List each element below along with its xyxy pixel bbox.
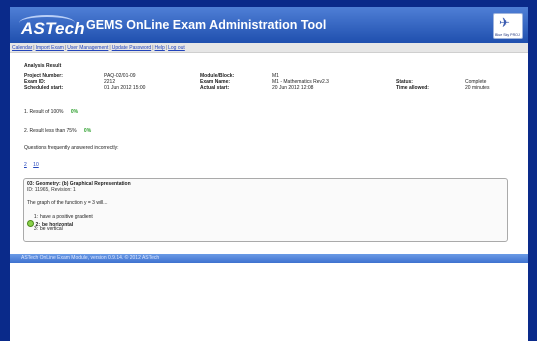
time-allowed-label: Time allowed: <box>396 85 429 91</box>
question-card: 03: Geometry: (b) Graphical Representati… <box>23 178 508 242</box>
scheduled-start-value: 01 Jun 2012 15:00 <box>104 85 146 91</box>
section-title: Analysis Result <box>24 63 62 69</box>
result-100-label: 1. Result of 100% <box>24 109 64 115</box>
actual-start-value: 20 Jun 2012 12:08 <box>272 85 314 91</box>
app-header: ASTech GEMS OnLine Exam Administration T… <box>10 7 528 43</box>
question-id: ID: 11965, Revision: 1 <box>27 187 76 193</box>
question-text: The graph of the function y = 3 will... <box>27 200 108 206</box>
nav-log-out[interactable]: Log out <box>168 45 185 51</box>
question-link-10[interactable]: 10 <box>33 162 39 168</box>
nav-bar: Calendar|Import Exam|User Management|Upd… <box>10 43 528 53</box>
nav-import-exam[interactable]: Import Exam <box>36 45 64 51</box>
question-links: 2 10 <box>24 162 44 168</box>
result-100-percent: 0% <box>70 109 79 115</box>
result-row-100: 1. Result of 100% 0% <box>24 109 78 115</box>
astech-logo: ASTech <box>21 19 85 38</box>
question-link-2[interactable]: 2 <box>24 162 27 168</box>
bird-icon: ✈ <box>499 15 510 30</box>
app-title: GEMS OnLine Exam Administration Tool <box>86 18 327 32</box>
time-allowed-value: 20 minutes <box>465 85 490 91</box>
answer-number: 3: <box>33 226 38 232</box>
frequent-incorrect-label: Questions frequently answered incorrectl… <box>24 145 119 151</box>
actual-start-label: Actual start: <box>200 85 230 91</box>
answer-3: 3: be vertical <box>27 226 63 232</box>
answer-text: be vertical <box>40 226 63 232</box>
partner-logo-text: Blue Sky PROJ <box>495 33 520 37</box>
result-row-75: 2. Result less than 75% 0% <box>24 128 91 134</box>
page-footer: ASTech OnLine Exam Module, version 0.9.1… <box>10 254 528 263</box>
scheduled-start-label: Scheduled start: <box>24 85 64 91</box>
nav-user-management[interactable]: User Management <box>67 45 108 51</box>
partner-logo: ✈ Blue Sky PROJ <box>493 13 523 39</box>
nav-help[interactable]: Help <box>155 45 165 51</box>
result-75-percent: 0% <box>83 128 92 134</box>
page-frame: ASTech GEMS OnLine Exam Administration T… <box>10 7 528 341</box>
nav-calendar[interactable]: Calendar <box>12 45 32 51</box>
nav-update-password[interactable]: Update Password <box>112 45 151 51</box>
result-75-label: 2. Result less than 75% <box>24 128 77 134</box>
